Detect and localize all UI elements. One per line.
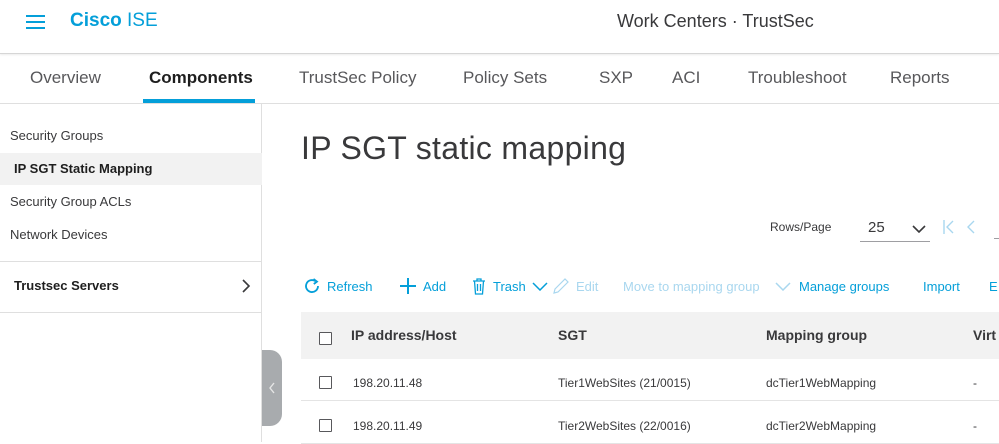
sidebar-section-label: Trustsec Servers [14,278,119,293]
menu-icon[interactable] [25,13,47,31]
chevron-down-icon [912,225,926,233]
pencil-icon [553,278,569,294]
table-header: IP address/Host SGT Mapping group Virt [301,312,999,359]
tab-aci[interactable]: ACI [672,54,700,103]
tab-trustsec-policy[interactable]: TrustSec Policy [299,54,416,103]
manage-label: Manage groups [799,279,890,294]
cell-mapping-group: dcTier1WebMapping [766,376,877,390]
plus-icon [400,278,416,294]
brand-rest: ISE [121,10,158,31]
cell-ip: 198.20.11.48 [353,376,423,390]
export-label: E [989,279,998,294]
trash-icon [473,278,485,295]
chevron-right-icon [242,279,251,293]
tab-sxp[interactable]: SXP [599,54,633,103]
sidebar: Security Groups IP SGT Static Mapping Se… [0,104,262,442]
trash-label: Trash [493,279,526,294]
chevron-down-icon [775,282,791,291]
edit-label: Edit [576,279,599,294]
cell-virtual-network: - [973,376,977,390]
page-context-title: Work Centers · TrustSec [617,11,814,31]
sidebar-item-security-groups[interactable]: Security Groups [0,120,262,152]
rows-per-page-select[interactable]: 25 [860,214,930,242]
sidebar-section-trustsec-servers[interactable]: Trustsec Servers [0,261,262,313]
cell-sgt: Tier1WebSites (21/0015) [558,376,691,390]
sidebar-collapse-handle[interactable] [262,350,282,426]
select-all-checkbox[interactable] [319,332,332,345]
main-tabs: Overview Components TrustSec Policy Poli… [0,54,999,104]
row-checkbox[interactable] [319,376,332,389]
table-row[interactable]: 198.20.11.48 Tier1WebSites (21/0015) dcT… [301,365,999,401]
product-logo[interactable]: Cisco ISE [70,10,158,32]
tab-policy-sets[interactable]: Policy Sets [463,54,547,103]
tab-troubleshoot[interactable]: Troubleshoot [748,54,847,103]
table-row[interactable]: 198.20.11.49 Tier2WebSites (22/0016) dcT… [301,408,999,444]
import-label: Import [923,279,960,294]
cell-ip: 198.20.11.49 [353,419,423,433]
refresh-icon [305,278,319,293]
sidebar-item-ip-sgt-static-mapping[interactable]: IP SGT Static Mapping [0,153,262,185]
cell-mapping-group: dcTier2WebMapping [766,419,877,433]
page-title: IP SGT static mapping [301,130,627,166]
column-header-virtual-network[interactable]: Virt [973,327,996,343]
app-header: Cisco ISE Work Centers · TrustSec [0,0,999,54]
sidebar-item-security-group-acls[interactable]: Security Group ACLs [0,186,262,218]
refresh-label: Refresh [327,279,373,294]
brand-bold: Cisco [70,10,122,31]
rows-per-page-value: 25 [868,219,885,236]
column-header-mapping-group[interactable]: Mapping group [766,327,867,343]
chevron-left-icon[interactable] [966,219,976,235]
tab-components[interactable]: Components [143,54,255,103]
first-page-icon[interactable] [942,219,956,235]
rows-per-page-label: Rows/Page [770,220,832,234]
page-number-input[interactable] [994,238,999,239]
chevron-down-icon [532,282,548,291]
tab-overview[interactable]: Overview [30,54,101,103]
tab-reports[interactable]: Reports [890,54,950,103]
cell-virtual-network: - [973,419,977,433]
cell-sgt: Tier2WebSites (22/0016) [558,419,691,433]
chevron-left-icon [269,382,275,394]
add-label: Add [423,279,447,294]
sidebar-item-network-devices[interactable]: Network Devices [0,219,262,251]
column-header-sgt[interactable]: SGT [558,327,587,343]
column-header-ip[interactable]: IP address/Host [351,327,457,343]
move-label: Move to mapping group [623,279,760,294]
row-checkbox[interactable] [319,419,332,432]
